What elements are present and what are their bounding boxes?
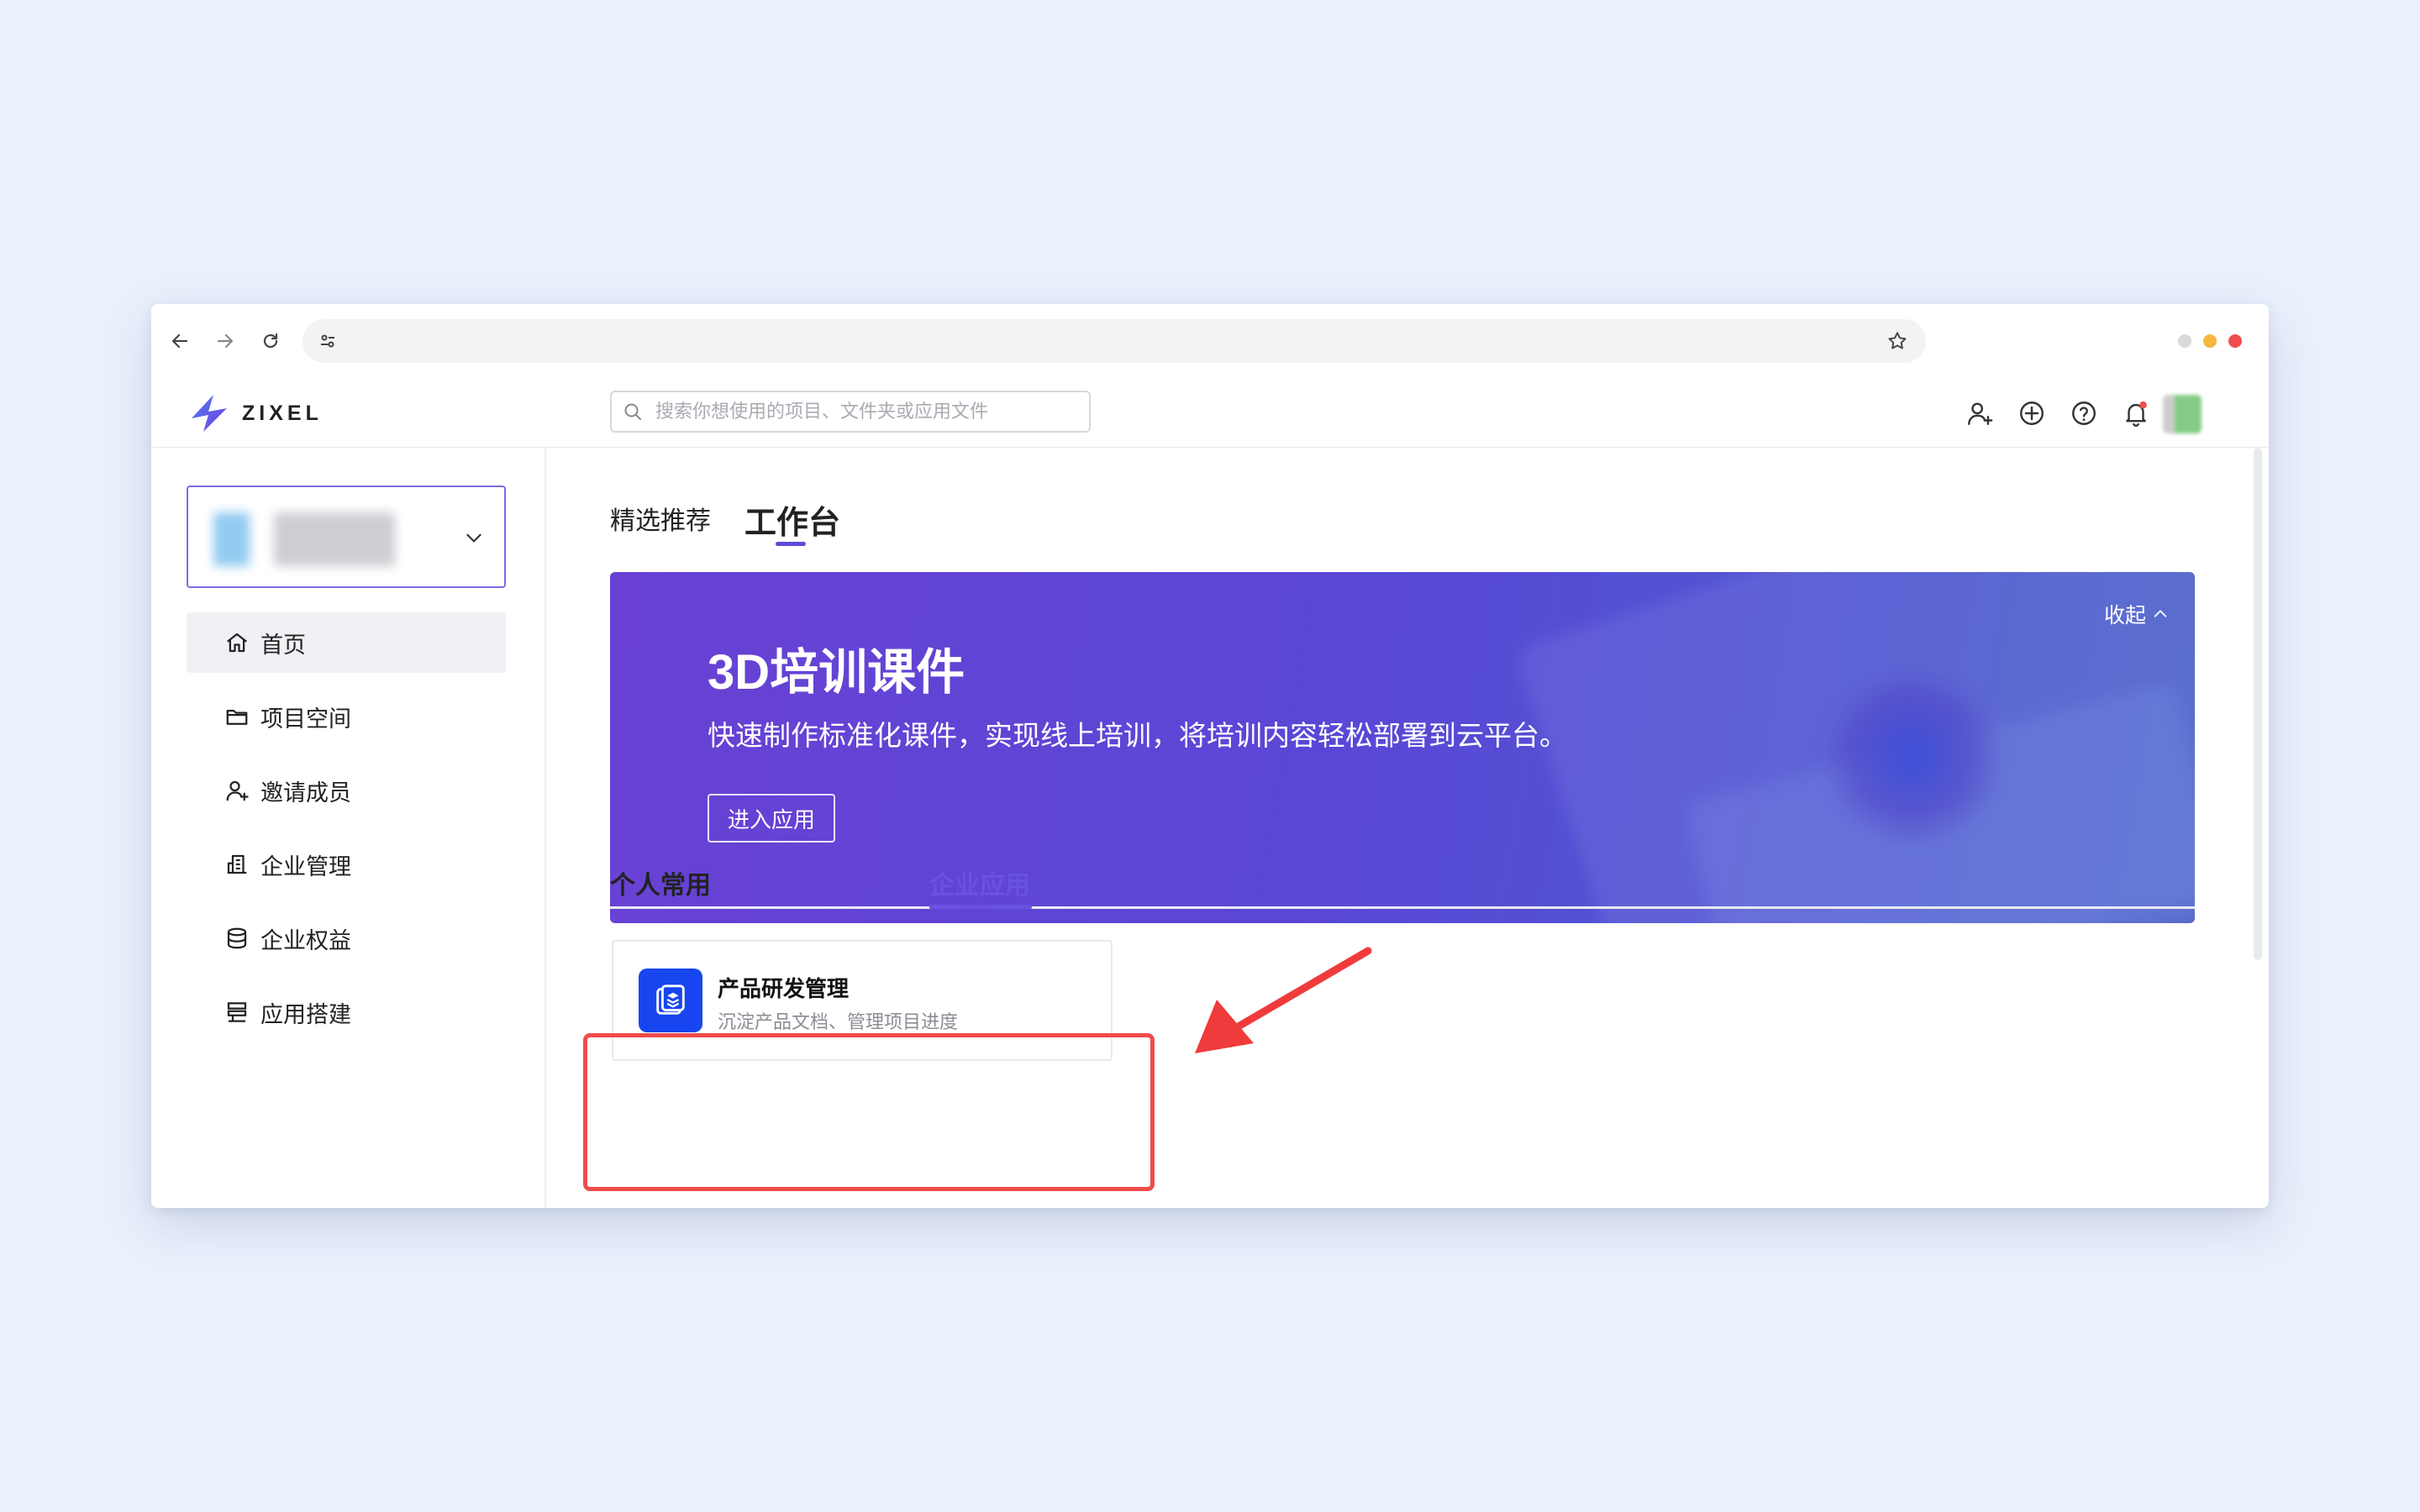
- tab-workbench[interactable]: 工作台: [744, 496, 840, 543]
- app-card-description: 沉淀产品文档、管理项目进度: [718, 1011, 959, 1032]
- home-icon: [220, 626, 254, 659]
- chevron-up-icon: [2154, 610, 2167, 617]
- forward-icon[interactable]: [208, 324, 242, 358]
- tab-recommended[interactable]: 精选推荐: [610, 500, 711, 537]
- annotation-arrow-icon: [1195, 947, 1372, 1053]
- sidebar-item-label: 企业权益: [260, 927, 351, 953]
- sidebar-item-home[interactable]: 首页: [187, 612, 506, 673]
- active-subtab-indicator: [929, 905, 1032, 909]
- sidebar-item-enterprise[interactable]: 企业管理: [187, 834, 506, 895]
- window-close-dot[interactable]: [2228, 334, 2242, 348]
- tab-divider: [610, 906, 2195, 909]
- add-user-icon[interactable]: [1961, 395, 1998, 432]
- window-maximize-dot[interactable]: [2203, 334, 2217, 348]
- sidebar-item-invite[interactable]: 邀请成员: [187, 760, 506, 821]
- sidebar-item-label: 邀请成员: [260, 780, 351, 806]
- organization-selector[interactable]: [187, 486, 506, 588]
- browser-window: ZIXEL 搜索你想使用的项目、文件夹或应用文件 首页 项目空间 邀请成员 企业…: [151, 304, 2269, 1208]
- folder-icon: [220, 700, 254, 733]
- enter-app-button[interactable]: 进入应用: [708, 794, 835, 843]
- search-input[interactable]: [654, 400, 1077, 423]
- app-icon: [639, 969, 702, 1032]
- logo-text: ZIXEL: [242, 401, 323, 425]
- sidebar-item-app-builder[interactable]: 应用搭建: [187, 982, 506, 1042]
- sidebar: 首页 项目空间 邀请成员 企业管理 企业权益 应用搭建: [151, 448, 546, 1208]
- add-user-icon: [220, 774, 254, 807]
- sidebar-item-projects[interactable]: 项目空间: [187, 686, 506, 747]
- banner-decoration: [1820, 664, 2005, 849]
- active-tab-indicator: [776, 542, 806, 546]
- sidebar-item-label: 企业管理: [260, 853, 351, 879]
- window-minimize-dot[interactable]: [2178, 334, 2191, 348]
- collapse-button[interactable]: 收起: [2104, 599, 2170, 629]
- browser-toolbar: [151, 304, 2269, 379]
- bookmark-star-icon[interactable]: [1881, 324, 1914, 358]
- database-icon: [220, 921, 254, 955]
- search-icon: [612, 392, 654, 431]
- tab-enterprise-apps[interactable]: 企业应用: [929, 864, 1030, 901]
- avatar[interactable]: [2163, 395, 2202, 433]
- app-header: ZIXEL: [151, 378, 2269, 448]
- app-card-title: 产品研发管理: [718, 976, 850, 1001]
- search-box[interactable]: [610, 391, 1091, 433]
- collapse-label: 收起: [2103, 604, 2146, 627]
- tab-personal[interactable]: 个人常用: [610, 864, 711, 901]
- banner-title: 3D培训课件: [708, 645, 965, 700]
- highlight-box: [583, 1033, 1155, 1191]
- sidebar-item-label: 项目空间: [260, 706, 351, 732]
- help-icon[interactable]: [2065, 395, 2102, 432]
- plus-circle-icon[interactable]: [2013, 395, 2050, 432]
- sidebar-item-benefits[interactable]: 企业权益: [187, 908, 506, 969]
- reload-icon[interactable]: [254, 324, 287, 358]
- organization-name-blurred: [213, 512, 415, 566]
- building-icon: [220, 848, 254, 881]
- scrollbar[interactable]: [2254, 448, 2262, 960]
- site-settings-icon[interactable]: [311, 324, 345, 358]
- address-bar[interactable]: [302, 319, 1926, 363]
- promo-banner: 3D培训课件 快速制作标准化课件，实现线上培训，将培训内容轻松部署到云平台。 进…: [610, 572, 2195, 923]
- bell-icon[interactable]: [2118, 395, 2154, 432]
- back-icon[interactable]: [163, 324, 197, 358]
- sidebar-item-label: 应用搭建: [260, 1001, 351, 1027]
- stacked-documents-icon: [656, 984, 685, 1015]
- chevron-down-icon: [459, 522, 489, 553]
- sidebar-item-label: 首页: [260, 632, 306, 658]
- layout-icon: [220, 995, 254, 1029]
- zixel-logo[interactable]: ZIXEL: [185, 390, 323, 437]
- zixel-logo-icon: [192, 395, 227, 432]
- banner-subtitle: 快速制作标准化课件，实现线上培训，将培训内容轻松部署到云平台。: [708, 720, 1567, 751]
